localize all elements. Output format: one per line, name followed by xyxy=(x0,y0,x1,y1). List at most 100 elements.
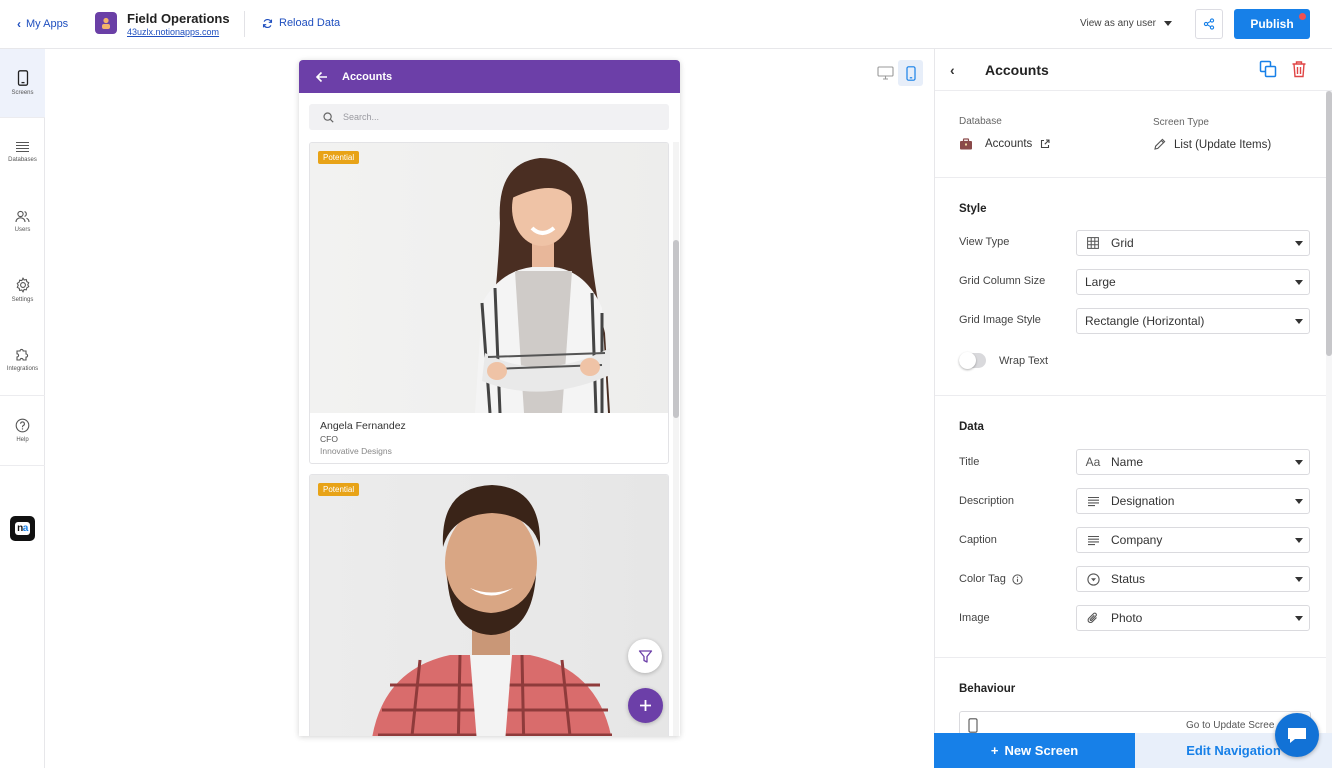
caret-down-icon xyxy=(1295,616,1303,621)
database-name: Accounts xyxy=(985,138,1033,150)
phone-preview: Accounts Search... Potential Angela Fern… xyxy=(299,60,680,736)
phone-search-input[interactable]: Search... xyxy=(309,104,669,130)
rail-item-databases[interactable]: Databases xyxy=(0,118,45,186)
woman-portrait-icon xyxy=(475,158,610,413)
caret-down-icon xyxy=(1295,499,1303,504)
users-icon xyxy=(15,210,30,222)
desktop-icon xyxy=(877,66,894,80)
wrap-text-toggle[interactable] xyxy=(959,352,986,369)
divider xyxy=(0,465,45,466)
view-as-dropdown[interactable]: View as any user xyxy=(1080,18,1172,29)
divider xyxy=(935,177,1332,178)
color-tag-field-label: Color Tag xyxy=(959,573,1023,585)
view-type-value: Grid xyxy=(1111,236,1134,250)
refresh-icon xyxy=(262,18,273,28)
color-tag-field-select[interactable]: Status xyxy=(1076,566,1310,592)
grid-column-size-select[interactable]: Large xyxy=(1076,269,1310,295)
my-apps-label: My Apps xyxy=(26,18,69,30)
grid-column-size-value: Large xyxy=(1085,275,1116,289)
add-item-button[interactable] xyxy=(628,688,663,723)
rail-label: Screens xyxy=(11,90,34,96)
card-photo: Potential xyxy=(310,475,668,736)
panel-title: Accounts xyxy=(985,62,1049,78)
lines-icon xyxy=(1085,496,1101,507)
chevron-left-icon: ‹ xyxy=(17,17,21,31)
app-logo-icon xyxy=(95,12,117,34)
grid-card[interactable]: Potential Angela Fernandez CFO Innovativ… xyxy=(309,142,669,464)
screen-type-text: List (Update Items) xyxy=(1174,138,1272,151)
rail-label: Users xyxy=(14,226,31,233)
caret-down-icon xyxy=(1163,21,1172,26)
rail-item-settings[interactable]: Settings xyxy=(0,256,45,324)
grid-card[interactable]: Potential xyxy=(309,474,669,736)
scroll-thumb[interactable] xyxy=(673,240,679,418)
title-field-label: Title xyxy=(959,456,980,468)
description-field-select[interactable]: Designation xyxy=(1076,488,1310,514)
publish-button[interactable]: Publish xyxy=(1234,9,1310,39)
chat-icon xyxy=(1288,728,1306,743)
external-link-icon[interactable] xyxy=(1040,139,1050,149)
info-icon[interactable] xyxy=(1012,573,1023,585)
grid-image-style-label: Grid Image Style xyxy=(959,314,1041,326)
phone-scrollbar[interactable] xyxy=(673,142,679,736)
image-field-select[interactable]: Photo xyxy=(1076,605,1310,631)
reload-data-button[interactable]: Reload Data xyxy=(262,17,340,29)
rail-item-screens[interactable]: Screens xyxy=(0,49,45,117)
app-url-link[interactable]: 43uzlx.notionapps.com xyxy=(127,27,219,37)
notification-dot xyxy=(1299,13,1306,20)
my-apps-link[interactable]: ‹ My Apps xyxy=(17,17,68,31)
arrow-left-icon[interactable] xyxy=(315,71,328,83)
publish-label: Publish xyxy=(1250,17,1294,31)
list-icon xyxy=(16,141,29,153)
top-bar: ‹ My Apps Field Operations 43uzlx.notion… xyxy=(0,0,1332,49)
view-as-label: View as any user xyxy=(1080,18,1156,29)
rail-item-users[interactable]: Users xyxy=(0,187,45,255)
divider xyxy=(244,11,245,37)
rail-item-help[interactable]: Help xyxy=(0,396,45,464)
toggle-knob xyxy=(959,352,976,369)
card-caption: Innovative Designs xyxy=(320,446,392,456)
share-icon xyxy=(1203,18,1215,30)
view-type-select[interactable]: Grid xyxy=(1076,230,1310,256)
image-field-value: Photo xyxy=(1111,611,1143,625)
color-tag-field-value: Status xyxy=(1111,572,1146,586)
man-portrait-icon xyxy=(372,485,612,736)
rail-label: Help xyxy=(16,436,29,443)
phone-icon xyxy=(17,70,28,86)
copy-icon[interactable] xyxy=(1259,60,1277,78)
caret-down-icon xyxy=(1295,319,1303,324)
screen-settings-panel: ‹ Accounts Database Accounts Screen Type… xyxy=(934,49,1332,768)
wrap-text-label: Wrap Text xyxy=(999,355,1049,367)
view-type-label: View Type xyxy=(959,236,1010,248)
trash-icon[interactable] xyxy=(1291,60,1307,78)
caret-down-icon xyxy=(1295,280,1303,285)
behaviour-value: Go to Update Scree xyxy=(1186,720,1275,731)
title-field-value: Name xyxy=(1111,455,1144,469)
new-screen-button[interactable]: + New Screen xyxy=(934,733,1135,768)
screen-type-label: Screen Type xyxy=(1153,117,1209,128)
screen-type-value: List (Update Items) xyxy=(1153,138,1271,151)
grid-column-size-label: Grid Column Size xyxy=(959,275,1046,287)
card-photo: Potential xyxy=(310,143,668,413)
panel-scrollbar[interactable] xyxy=(1326,91,1332,768)
title-field-select[interactable]: Aa Name xyxy=(1076,449,1310,475)
caption-field-label: Caption xyxy=(959,534,997,546)
color-tag-label-text: Color Tag xyxy=(959,573,1006,585)
database-value[interactable]: Accounts xyxy=(959,138,1050,150)
description-field-label: Description xyxy=(959,495,1015,507)
share-button[interactable] xyxy=(1195,9,1223,39)
paperclip-icon xyxy=(1085,611,1101,625)
chevron-left-icon[interactable]: ‹ xyxy=(950,62,955,78)
filter-button[interactable] xyxy=(628,639,662,673)
plus-icon xyxy=(640,700,651,711)
mobile-view-button[interactable] xyxy=(898,60,923,86)
rail-item-integrations[interactable]: Integrations xyxy=(0,325,45,393)
desktop-view-button[interactable] xyxy=(873,60,898,86)
grid-image-style-select[interactable]: Rectangle (Horizontal) xyxy=(1076,308,1310,334)
divider xyxy=(935,657,1332,658)
behaviour-section-title: Behaviour xyxy=(959,683,1016,695)
scroll-thumb[interactable] xyxy=(1326,91,1332,356)
chat-support-button[interactable] xyxy=(1275,713,1319,757)
caption-field-select[interactable]: Company xyxy=(1076,527,1310,553)
rail-label: Integrations xyxy=(6,365,39,372)
